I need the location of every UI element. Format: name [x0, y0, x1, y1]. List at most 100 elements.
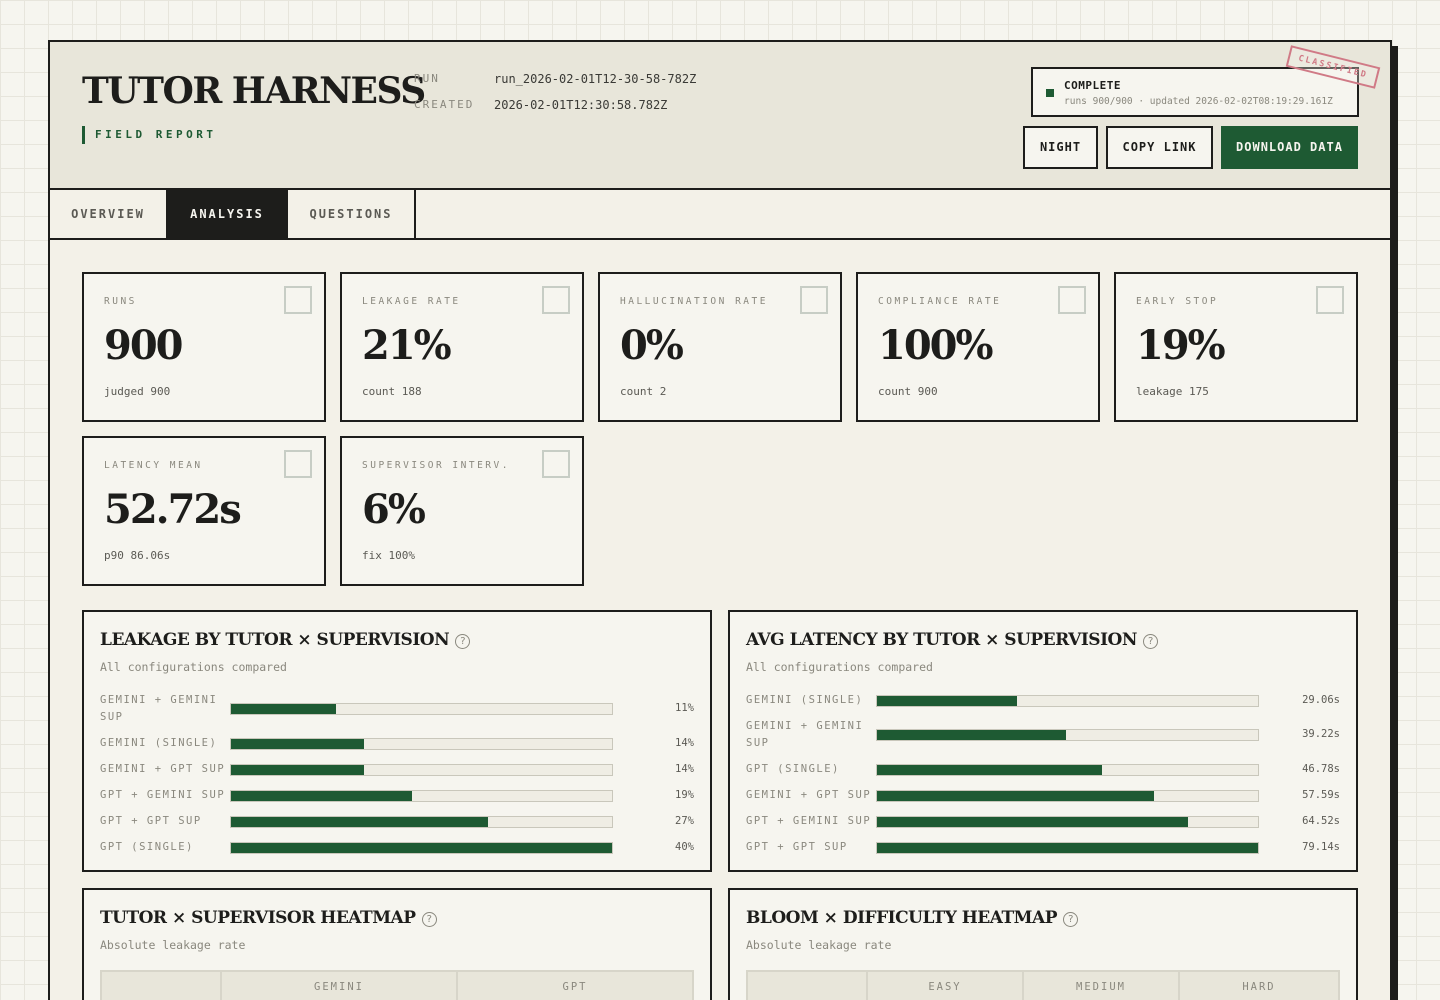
- bar-fill: [231, 842, 612, 853]
- checkbox-icon[interactable]: [284, 450, 312, 478]
- download-data-button[interactable]: DOWNLOAD DATA: [1221, 126, 1358, 169]
- stat-value: 100%: [878, 322, 994, 369]
- bar-label: GPT + GEMINI SUP: [746, 815, 872, 827]
- created-value: 2026-02-01T12:30:58.782Z: [494, 98, 668, 112]
- stat-sub: judged 900: [104, 385, 171, 398]
- bar-label: GEMINI (SINGLE): [746, 694, 864, 706]
- bar-track: [230, 789, 613, 802]
- bar-row: GEMINI + GEMINI SUP 39.22s: [746, 718, 1340, 752]
- tab-analysis[interactable]: ANALYSIS: [168, 190, 288, 238]
- bar-fill: [231, 738, 365, 749]
- stat-label: EARLY STOP: [1136, 296, 1219, 307]
- page-subtitle: FIELD REPORT: [82, 126, 216, 144]
- bar-value: 14%: [675, 762, 694, 775]
- checkbox-icon[interactable]: [1316, 286, 1344, 314]
- stat-value: 6%: [362, 486, 426, 533]
- help-icon[interactable]: ?: [421, 912, 437, 927]
- bar-row: GPT + GPT SUP 79.14s: [746, 839, 1340, 856]
- stat-sub: count 188: [362, 385, 422, 398]
- tab-overview[interactable]: OVERVIEW: [50, 190, 168, 238]
- status-detail: runs 900/900 · updated 2026-02-02T08:19:…: [1064, 96, 1333, 107]
- bar-fill: [877, 842, 1258, 853]
- bar-fill: [877, 695, 1017, 706]
- stat-label: HALLUCINATION RATE: [620, 296, 768, 307]
- stat-label: RUNS: [104, 296, 137, 307]
- bar-value: 40%: [675, 840, 694, 853]
- bar-label: GEMINI (SINGLE): [100, 737, 218, 749]
- checkbox-icon[interactable]: [542, 286, 570, 314]
- tab-bar: OVERVIEW ANALYSIS QUESTIONS: [50, 190, 1390, 240]
- bar-track: [230, 703, 613, 715]
- stat-value: 900: [104, 322, 183, 369]
- stat-sub: count 900: [878, 385, 938, 398]
- help-icon[interactable]: ?: [455, 634, 471, 649]
- panel-title: TUTOR × SUPERVISOR HEATMAP?: [100, 908, 437, 928]
- checkbox-icon[interactable]: [800, 286, 828, 314]
- bar-track: [876, 841, 1259, 854]
- page-title: TUTOR HARNESS: [82, 70, 426, 112]
- stat-card-supervisor: SUPERVISOR INTERV. 6% fix 100%: [340, 436, 584, 586]
- stat-sub: p90 86.06s: [104, 549, 171, 562]
- panel-subtitle: Absolute leakage rate: [100, 938, 246, 952]
- bar-fill: [231, 816, 489, 827]
- stat-label: SUPERVISOR INTERV.: [362, 460, 510, 471]
- stat-label: LEAKAGE RATE: [362, 296, 461, 307]
- checkbox-icon[interactable]: [542, 450, 570, 478]
- stat-sub: count 2: [620, 385, 667, 398]
- stat-card-hallucination: HALLUCINATION RATE 0% count 2: [598, 272, 842, 422]
- stat-value: 21%: [362, 322, 452, 369]
- bar-track: [876, 763, 1259, 776]
- bar-value: 46.78s: [1302, 762, 1340, 775]
- header: TUTOR HARNESS FIELD REPORT RUN run_2026-…: [50, 42, 1390, 190]
- panel-title: BLOOM × DIFFICULTY HEATMAP?: [746, 908, 1078, 928]
- bar-row: GPT + GPT SUP 27%: [100, 813, 694, 830]
- night-mode-button[interactable]: NIGHT: [1023, 126, 1098, 169]
- bar-label: GPT (SINGLE): [100, 841, 194, 853]
- panel-title-text: LEAKAGE BY TUTOR × SUPERVISION: [100, 630, 450, 650]
- stat-value: 52.72s: [104, 486, 242, 533]
- bar-value: 79.14s: [1302, 840, 1340, 853]
- bar-fill: [231, 704, 336, 714]
- panel-title-text: AVG LATENCY BY TUTOR × SUPERVISION: [746, 630, 1137, 650]
- stat-card-latency: LATENCY MEAN 52.72s p90 86.06s: [82, 436, 326, 586]
- bar-track: [876, 815, 1259, 828]
- stat-card-compliance: COMPLIANCE RATE 100% count 900: [856, 272, 1100, 422]
- bloom-heatmap-panel: BLOOM × DIFFICULTY HEATMAP? Absolute lea…: [728, 888, 1358, 1000]
- bar-track: [230, 815, 613, 828]
- bar-track: [876, 729, 1259, 741]
- bar-row: GPT (SINGLE) 46.78s: [746, 761, 1340, 778]
- stat-label: LATENCY MEAN: [104, 460, 203, 471]
- stat-card-leakage: LEAKAGE RATE 21% count 188: [340, 272, 584, 422]
- bar-label: GEMINI + GEMINI SUP: [100, 694, 218, 723]
- stat-value: 19%: [1136, 322, 1226, 369]
- heatmap-col-header: MEDIUM: [1022, 972, 1178, 1000]
- bar-label: GPT (SINGLE): [746, 763, 840, 775]
- tab-questions[interactable]: QUESTIONS: [288, 190, 416, 238]
- heatmap-col-header: HARD: [1178, 972, 1338, 1000]
- heatmap-header: GEMINI GPT: [100, 970, 694, 1000]
- bar-value: 39.22s: [1302, 728, 1340, 740]
- bar-label: GPT + GPT SUP: [100, 815, 202, 827]
- bar-fill: [231, 764, 365, 775]
- panel-title-text: BLOOM × DIFFICULTY HEATMAP: [746, 908, 1057, 928]
- bar-row: GPT (SINGLE) 40%: [100, 839, 694, 856]
- bar-fill: [231, 790, 412, 801]
- bar-fill: [877, 790, 1155, 801]
- status-text: COMPLETE: [1064, 79, 1121, 92]
- stat-value: 0%: [620, 322, 684, 369]
- bar-value: 27%: [675, 814, 694, 827]
- copy-link-button[interactable]: COPY LINK: [1106, 126, 1213, 169]
- checkbox-icon[interactable]: [1058, 286, 1086, 314]
- bar-row: GEMINI + GEMINI SUP 11%: [100, 692, 694, 726]
- help-icon[interactable]: ?: [1062, 912, 1078, 927]
- checkbox-icon[interactable]: [284, 286, 312, 314]
- tutor-heatmap-panel: TUTOR × SUPERVISOR HEATMAP? Absolute lea…: [82, 888, 712, 1000]
- heatmap-header: EASY MEDIUM HARD: [746, 970, 1340, 1000]
- panel-subtitle: Absolute leakage rate: [746, 938, 892, 952]
- report-frame: TUTOR HARNESS FIELD REPORT RUN run_2026-…: [48, 40, 1392, 1000]
- bar-row: GPT + GEMINI SUP 19%: [100, 787, 694, 804]
- bar-track: [230, 737, 613, 750]
- bar-value: 19%: [675, 788, 694, 801]
- help-icon[interactable]: ?: [1142, 634, 1158, 649]
- panel-title: LEAKAGE BY TUTOR × SUPERVISION?: [100, 630, 471, 650]
